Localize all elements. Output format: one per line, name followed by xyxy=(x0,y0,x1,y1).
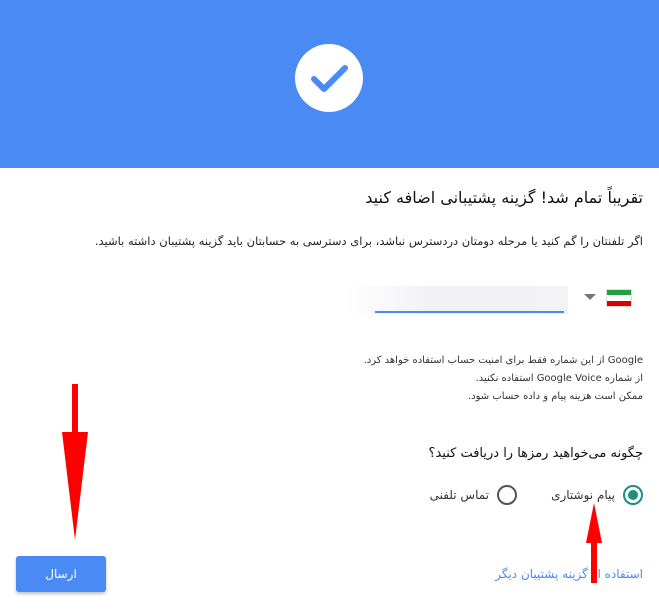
code-delivery-question: چگونه می‌خواهید رمزها را دریافت کنید؟ xyxy=(428,446,643,461)
phone-input[interactable] xyxy=(344,286,568,314)
sms-option-label: پیام نوشتاری xyxy=(551,488,615,502)
call-option-label: تماس تلفنی xyxy=(429,488,489,502)
page-subtitle: اگر تلفنتان را گم کنید یا مرحله دومتان د… xyxy=(94,234,643,248)
page-title: تقریباً تمام شد! گزینه پشتیبانی اضافه کن… xyxy=(365,188,643,207)
country-dropdown-arrow-icon[interactable] xyxy=(584,294,596,300)
phone-info-text: Google از این شماره فقط برای امنیت حساب … xyxy=(343,352,643,406)
header-banner xyxy=(0,0,659,168)
call-option[interactable]: تماس تلفنی xyxy=(430,484,517,506)
sms-radio[interactable] xyxy=(623,485,643,505)
info-line-3: ممکن است هزینه پیام و داده حساب شود. xyxy=(468,391,643,402)
send-button[interactable]: ارسال xyxy=(16,556,106,592)
alternate-backup-link[interactable]: استفاده از گزینه پشتیبان دیگر xyxy=(495,567,643,581)
info-line-1: Google از این شماره فقط برای امنیت حساب … xyxy=(363,355,643,366)
success-badge xyxy=(295,44,363,112)
iran-flag-icon[interactable] xyxy=(606,289,632,307)
phone-input-underline xyxy=(375,311,564,313)
info-line-2: از شماره Google Voice استفاده نکنید. xyxy=(475,373,643,384)
call-radio[interactable] xyxy=(497,485,517,505)
up-arrow-annotation-icon xyxy=(586,503,602,583)
down-arrow-annotation-icon xyxy=(62,384,88,540)
checkmark-icon xyxy=(311,65,348,92)
